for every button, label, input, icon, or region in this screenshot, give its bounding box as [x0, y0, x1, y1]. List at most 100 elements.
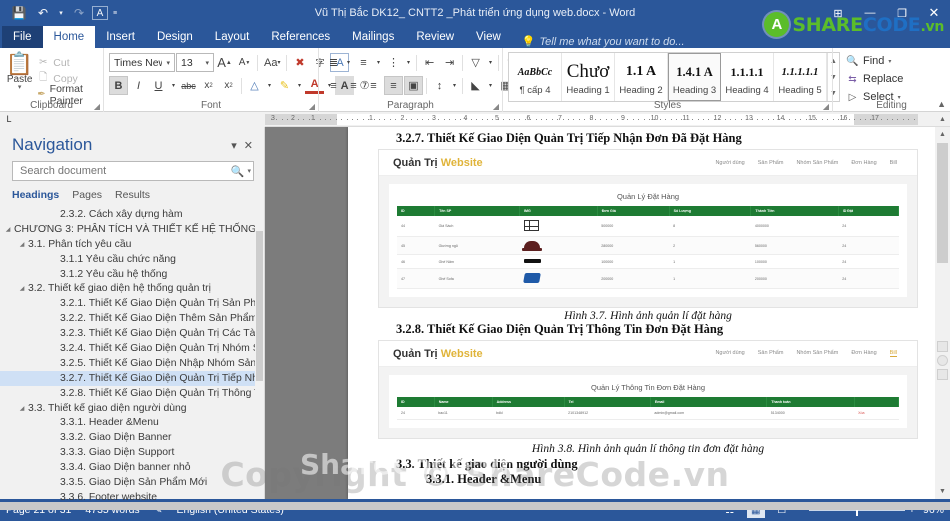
expand-triangle-icon[interactable]: ◢: [2, 226, 14, 233]
underline-button[interactable]: U: [149, 76, 168, 95]
find-dropdown-icon[interactable]: ▾: [888, 58, 891, 65]
close-icon[interactable]: ✕: [244, 139, 253, 152]
cut-button[interactable]: ✂ Cut: [34, 55, 98, 70]
horizontal-ruler[interactable]: 3211234567891011121314151617: [265, 113, 918, 125]
paragraph-dialog-launcher[interactable]: ◢: [493, 102, 499, 111]
tab-review[interactable]: Review: [405, 26, 465, 48]
shading-icon[interactable]: ◣: [466, 76, 485, 95]
document-page[interactable]: 3.2.7. Thiết Kế Giao Diện Quản Trị Tiếp …: [348, 127, 948, 499]
superscript-button[interactable]: x2: [219, 76, 238, 95]
nav-heading-item[interactable]: 3.3.3. Giao Diện Support: [0, 445, 264, 460]
browse-prev-icon[interactable]: [937, 341, 948, 352]
align-right-icon[interactable]: ≡: [364, 76, 383, 95]
nav-heading-item[interactable]: 3.2.8. Thiết Kế Giao Diện Quản Trị Thông…: [0, 386, 264, 401]
decrease-indent-icon[interactable]: ⇤: [420, 53, 439, 72]
nav-heading-item[interactable]: 3.2.2. Thiết Kế Giao Diện Thêm Sản Phẩm: [0, 311, 264, 326]
line-spacing-dropdown-icon[interactable]: ▾: [450, 76, 459, 95]
justify-icon[interactable]: ≡: [384, 76, 403, 95]
strikethrough-button[interactable]: abc: [179, 76, 198, 95]
nav-heading-item[interactable]: 3.1.1 Yêu cầu chức năng: [0, 252, 264, 267]
text-effects-dropdown-icon[interactable]: ▾: [265, 76, 274, 95]
tab-stop-selector[interactable]: L: [0, 114, 18, 124]
nav-heading-item[interactable]: ◢ 3.1. Phân tích yêu cầu: [0, 237, 264, 252]
nav-heading-item[interactable]: ◢ 3.2. Thiết kế giao diện hệ thống quản t…: [0, 281, 264, 296]
scroll-up-icon[interactable]: ▲: [935, 116, 950, 123]
paste-dropdown-icon[interactable]: ▾: [18, 84, 22, 91]
style-heading2[interactable]: 1.1 A Heading 2: [615, 53, 668, 101]
nav-tab-pages[interactable]: Pages: [72, 189, 102, 201]
nav-heading-item[interactable]: 3.2.1. Thiết Kế Giao Diện Quản Trị Sản P…: [0, 296, 264, 311]
search-input[interactable]: [18, 164, 231, 178]
minimize-button[interactable]: —: [854, 0, 886, 26]
tab-file[interactable]: File: [2, 26, 43, 48]
search-icon[interactable]: 🔍: [231, 165, 245, 178]
tell-me-search[interactable]: 💡 Tell me what you want to do...: [512, 35, 685, 49]
line-spacing-icon[interactable]: ↕: [430, 76, 449, 95]
tab-home[interactable]: Home: [42, 26, 96, 48]
tab-design[interactable]: Design: [146, 26, 204, 48]
style-icon[interactable]: A: [92, 6, 108, 20]
nav-heading-item[interactable]: 3.2.5. Thiết Kế Giao Diện Nhập Nhóm Sản …: [0, 356, 264, 371]
document-area[interactable]: 3.2.7. Thiết Kế Giao Diện Quản Trị Tiếp …: [265, 127, 950, 499]
clipboard-dialog-launcher[interactable]: ◢: [94, 102, 100, 111]
highlight-icon[interactable]: ✎: [275, 76, 294, 95]
sort-icon[interactable]: ▽: [466, 53, 485, 72]
replace-button[interactable]: ⇆ Replace: [844, 71, 905, 87]
numbering-dropdown-icon[interactable]: ▾: [374, 53, 383, 72]
font-dialog-launcher[interactable]: ◢: [309, 102, 315, 111]
multilevel-list-icon[interactable]: ⋮: [384, 53, 403, 72]
expand-triangle-icon[interactable]: ◢: [16, 241, 28, 248]
scroll-up-icon[interactable]: ▲: [935, 127, 950, 142]
text-effects-icon[interactable]: △: [245, 76, 264, 95]
change-case-button[interactable]: Aa ▾: [261, 53, 283, 72]
style-heading3[interactable]: 1.4.1 A Heading 3: [668, 53, 721, 101]
shrink-font-button[interactable]: A ▼: [235, 53, 254, 72]
style-heading4[interactable]: 1.1.1.1 Heading 4: [721, 53, 774, 101]
clear-formatting-icon[interactable]: ✖: [290, 53, 309, 72]
grow-font-button[interactable]: A ▲: [215, 53, 234, 72]
nav-tab-results[interactable]: Results: [115, 189, 150, 201]
paste-button[interactable]: 📋 Paste ▾: [5, 52, 34, 92]
underline-dropdown-icon[interactable]: ▾: [169, 76, 178, 95]
styles-dialog-launcher[interactable]: ◢: [823, 102, 829, 111]
collapse-ribbon-icon[interactable]: ▲: [937, 99, 946, 109]
bold-button[interactable]: B: [109, 76, 128, 95]
search-document-box[interactable]: 🔍 ▾: [12, 161, 254, 181]
browse-next-icon[interactable]: [937, 369, 948, 380]
bullets-icon[interactable]: ≣: [324, 53, 343, 72]
customize-qat-icon[interactable]: ≡: [110, 3, 120, 23]
style-heading5[interactable]: 1.1.1.1.1 Heading 5: [774, 53, 827, 101]
nav-heading-item[interactable]: 3.2.7. Thiết Kế Giao Diện Quản Trị Tiếp …: [0, 370, 264, 386]
tab-references[interactable]: References: [260, 26, 341, 48]
sort-dropdown-icon[interactable]: ▾: [486, 53, 495, 72]
navigation-scroll-thumb[interactable]: [256, 231, 263, 381]
increase-indent-icon[interactable]: ⇥: [440, 53, 459, 72]
font-size-combo[interactable]: 13 ▾: [176, 53, 214, 72]
find-button[interactable]: 🔍 Find ▾: [844, 53, 893, 69]
align-center-icon[interactable]: ≡: [344, 76, 363, 95]
expand-triangle-icon[interactable]: ◢: [16, 285, 28, 292]
document-scrollbar[interactable]: ▲ ▼: [935, 127, 950, 499]
nav-tab-headings[interactable]: Headings: [12, 189, 59, 201]
multilevel-dropdown-icon[interactable]: ▾: [404, 53, 413, 72]
nav-heading-item[interactable]: 3.3.1. Header &Menu: [0, 415, 264, 430]
scroll-down-icon[interactable]: ▼: [935, 484, 950, 499]
nav-heading-item[interactable]: 3.2.3. Thiết Kế Giao Diện Quản Trị Các T…: [0, 326, 264, 341]
nav-heading-item[interactable]: ◢ CHƯƠNG 3: PHÂN TÍCH VÀ THIẾT KẾ HỆ THỐN…: [0, 222, 264, 237]
undo-icon[interactable]: ↶: [32, 3, 54, 23]
ribbon-display-options-icon[interactable]: ⊞: [822, 0, 854, 26]
chevron-down-icon[interactable]: ▾: [231, 139, 237, 152]
nav-heading-item[interactable]: ◢ 3.3. Thiết kế giao diện người dùng: [0, 401, 264, 416]
nav-heading-item[interactable]: 3.1.2 Yêu cầu hệ thống: [0, 267, 264, 282]
expand-triangle-icon[interactable]: ◢: [16, 405, 28, 412]
shading-dropdown-icon[interactable]: ▾: [486, 76, 495, 95]
bullets-dropdown-icon[interactable]: ▾: [344, 53, 353, 72]
tab-mailings[interactable]: Mailings: [341, 26, 405, 48]
undo-dropdown-icon[interactable]: ▾: [56, 3, 66, 23]
search-options-icon[interactable]: ▾: [244, 167, 251, 175]
font-name-combo[interactable]: Times New Ro ▾: [109, 53, 175, 72]
tab-view[interactable]: View: [465, 26, 512, 48]
nav-heading-item[interactable]: 3.3.5. Giao Diện Sản Phẩm Mới: [0, 475, 264, 490]
nav-heading-item[interactable]: 2.3.2. Cách xây dựng hàm: [0, 207, 264, 222]
subscript-button[interactable]: x2: [199, 76, 218, 95]
